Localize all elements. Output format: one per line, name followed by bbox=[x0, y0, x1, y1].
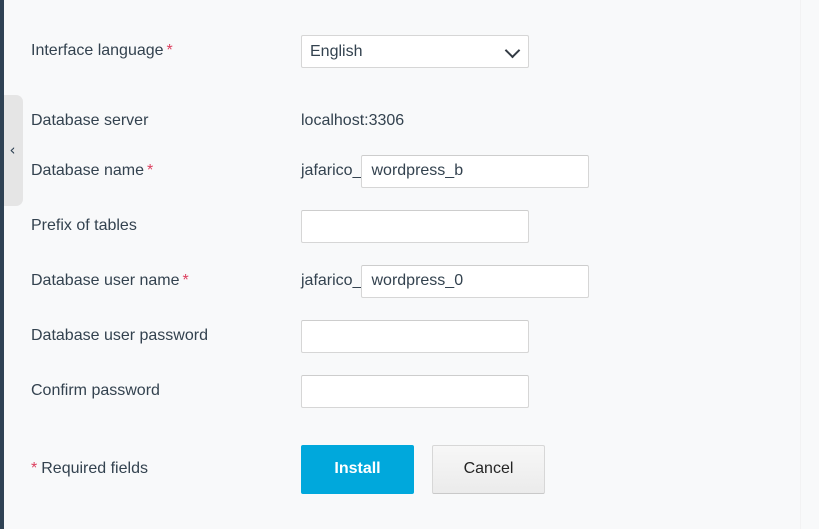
confirm-password-input[interactable] bbox=[301, 374, 529, 408]
form-row-confirm-password: Confirm password bbox=[31, 374, 819, 408]
interface-language-select[interactable]: English bbox=[301, 34, 529, 68]
control-prefix-of-tables bbox=[301, 209, 529, 243]
label-database-user-password: Database user password bbox=[31, 326, 301, 345]
required-marker: * bbox=[31, 460, 38, 477]
label-database-server-text: Database server bbox=[31, 112, 149, 130]
control-database-user-password bbox=[301, 319, 529, 353]
label-database-name-text: Database name bbox=[31, 162, 144, 180]
required-marker: * bbox=[166, 42, 173, 60]
label-prefix-of-tables-text: Prefix of tables bbox=[31, 217, 137, 235]
form-row-database-name: Database name * jafarico_ bbox=[31, 154, 819, 188]
database-user-name-input[interactable] bbox=[361, 264, 590, 298]
control-confirm-password bbox=[301, 374, 529, 408]
cancel-button[interactable]: Cancel bbox=[432, 444, 545, 494]
required-marker: * bbox=[182, 272, 189, 290]
form-row-database-user-name: Database user name * jafarico_ bbox=[31, 264, 819, 298]
database-name-prefix: jafarico_ bbox=[301, 162, 362, 179]
wordpress-install-form: Interface language * English Database ser… bbox=[0, 0, 819, 529]
prefix-of-tables-input[interactable] bbox=[301, 209, 529, 243]
required-marker: * bbox=[146, 162, 154, 180]
form-footer: * Required fields Install Cancel bbox=[31, 444, 819, 494]
label-database-name: Database name * bbox=[31, 161, 301, 180]
label-confirm-password: Confirm password bbox=[31, 381, 301, 400]
label-database-server: Database server bbox=[31, 111, 301, 130]
label-prefix-of-tables: Prefix of tables bbox=[31, 216, 301, 235]
database-user-password-input[interactable] bbox=[301, 319, 529, 353]
form-row-database-server: Database server localhost:3306 bbox=[31, 104, 819, 138]
form-row-database-user-password: Database user password bbox=[31, 319, 819, 353]
label-interface-language-text: Interface language bbox=[31, 42, 164, 60]
form-row-interface-language: Interface language * English bbox=[31, 34, 819, 68]
required-fields-note-text: Required fields bbox=[41, 460, 148, 477]
label-confirm-password-text: Confirm password bbox=[31, 382, 160, 400]
form-row-prefix-of-tables: Prefix of tables bbox=[31, 209, 819, 243]
control-database-server: localhost:3306 bbox=[301, 104, 404, 138]
required-fields-note: * Required fields bbox=[31, 460, 301, 478]
install-button[interactable]: Install bbox=[301, 444, 414, 494]
control-database-name: jafarico_ bbox=[301, 154, 590, 188]
database-server-value: localhost:3306 bbox=[301, 112, 405, 129]
control-database-user-name: jafarico_ bbox=[301, 264, 590, 298]
label-database-user-name: Database user name * bbox=[31, 271, 301, 290]
control-interface-language: English bbox=[301, 34, 529, 68]
database-name-input[interactable] bbox=[361, 154, 590, 188]
database-user-name-prefix: jafarico_ bbox=[301, 272, 362, 289]
interface-language-select-wrap: English bbox=[301, 34, 529, 68]
label-database-user-password-text: Database user password bbox=[31, 327, 208, 345]
label-interface-language: Interface language * bbox=[31, 41, 301, 60]
label-database-user-name-text: Database user name bbox=[31, 272, 180, 290]
